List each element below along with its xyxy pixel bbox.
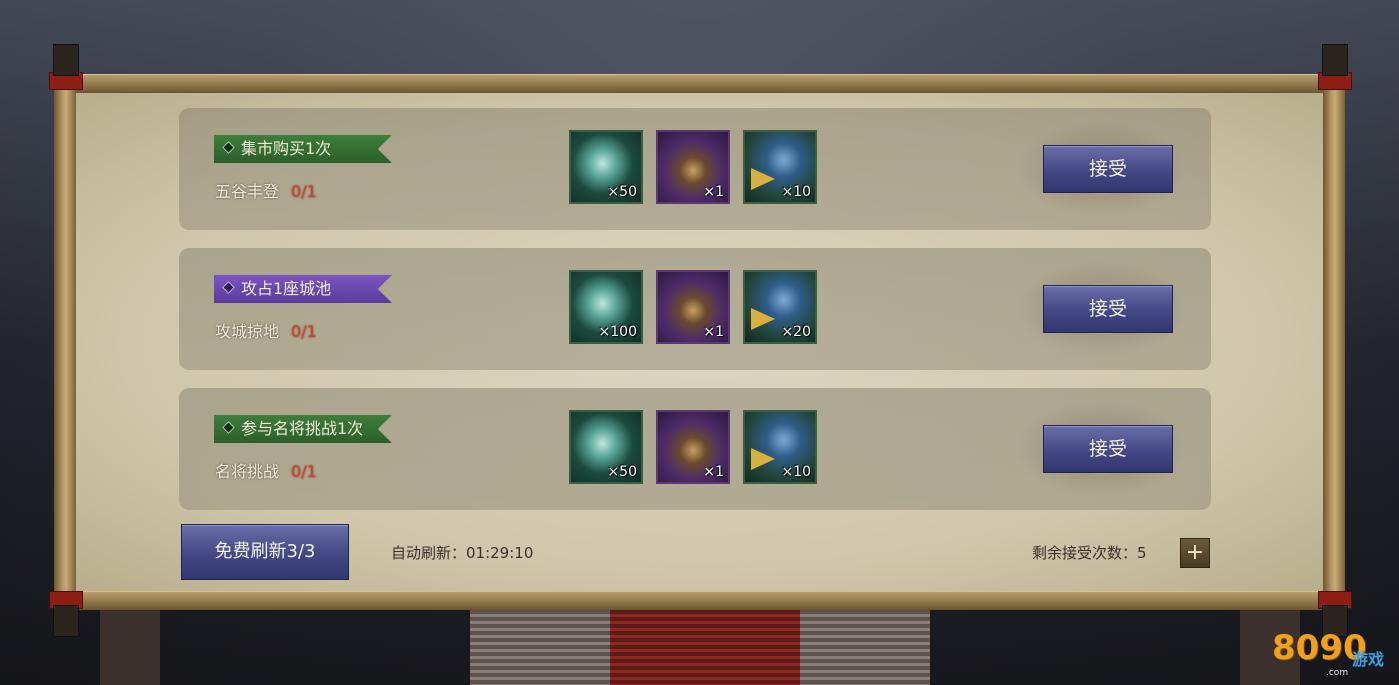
reward-armor-chest-icon[interactable]: ×1 <box>656 130 730 204</box>
accept-button[interactable]: 接受 <box>1043 145 1173 193</box>
task-row: 攻占1座城池 攻城掠地 0/1 ×100 ×1 ×20 接受 <box>179 248 1211 370</box>
free-refresh-button[interactable]: 免费刷新3/3 <box>181 524 349 580</box>
reward-qty: ×1 <box>703 324 724 340</box>
reward-qty: ×1 <box>703 464 724 480</box>
task-tag: 参与名将挑战1次 <box>214 415 392 443</box>
reward-jade-pendant-icon[interactable]: ×50 <box>569 130 643 204</box>
add-accepts-button[interactable]: + <box>1180 538 1210 568</box>
reward-armor-chest-icon[interactable]: ×1 <box>656 270 730 344</box>
accept-button[interactable]: 接受 <box>1043 425 1173 473</box>
reward-qty: ×10 <box>781 184 811 200</box>
scroll-rod-left <box>49 44 83 637</box>
task-progress: 0/1 <box>291 322 317 341</box>
task-row: 参与名将挑战1次 名将挑战 0/1 ×50 ×1 ×10 接受 <box>179 388 1211 510</box>
reward-troops-icon[interactable]: ×20 <box>743 270 817 344</box>
reward-troops-icon[interactable]: ×10 <box>743 410 817 484</box>
background-pillar-left <box>100 600 160 685</box>
logo-game: 游戏 <box>1352 650 1385 669</box>
diamond-icon <box>222 421 235 434</box>
logo-domain: .com <box>1326 668 1349 678</box>
auto-refresh-timer: 自动刷新：01:29:10 <box>391 544 534 562</box>
task-tag-label: 集市购买1次 <box>241 139 332 158</box>
reward-qty: ×10 <box>781 464 811 480</box>
reward-troops-icon[interactable]: ×10 <box>743 130 817 204</box>
diamond-icon <box>222 281 235 294</box>
task-tag: 攻占1座城池 <box>214 275 392 303</box>
task-progress: 0/1 <box>291 182 317 201</box>
scroll-top-edge <box>58 74 1341 93</box>
reward-qty: ×20 <box>781 324 811 340</box>
accept-button[interactable]: 接受 <box>1043 285 1173 333</box>
reward-qty: ×50 <box>607 184 637 200</box>
scroll-bottom-edge <box>58 591 1341 610</box>
reward-armor-chest-icon[interactable]: ×1 <box>656 410 730 484</box>
task-row: 集市购买1次 五谷丰登 0/1 ×50 ×1 ×10 接受 <box>179 108 1211 230</box>
reward-qty: ×100 <box>598 324 637 340</box>
scroll-rod-right <box>1318 44 1352 637</box>
task-tag: 集市购买1次 <box>214 135 392 163</box>
diamond-icon <box>222 141 235 154</box>
remaining-accepts: 剩余接受次数：5 <box>1032 544 1147 562</box>
reward-jade-pendant-icon[interactable]: ×100 <box>569 270 643 344</box>
task-progress: 0/1 <box>291 462 317 481</box>
background-carpet <box>610 600 800 685</box>
reward-jade-pendant-icon[interactable]: ×50 <box>569 410 643 484</box>
task-name: 名将挑战 <box>215 462 280 481</box>
task-name: 五谷丰登 <box>215 182 280 201</box>
site-logo: 8090 游戏 .com <box>1272 628 1390 680</box>
task-tag-label: 攻占1座城池 <box>241 279 332 298</box>
task-name: 攻城掠地 <box>215 322 280 341</box>
task-tag-label: 参与名将挑战1次 <box>241 419 364 438</box>
reward-qty: ×1 <box>703 184 724 200</box>
reward-qty: ×50 <box>607 464 637 480</box>
